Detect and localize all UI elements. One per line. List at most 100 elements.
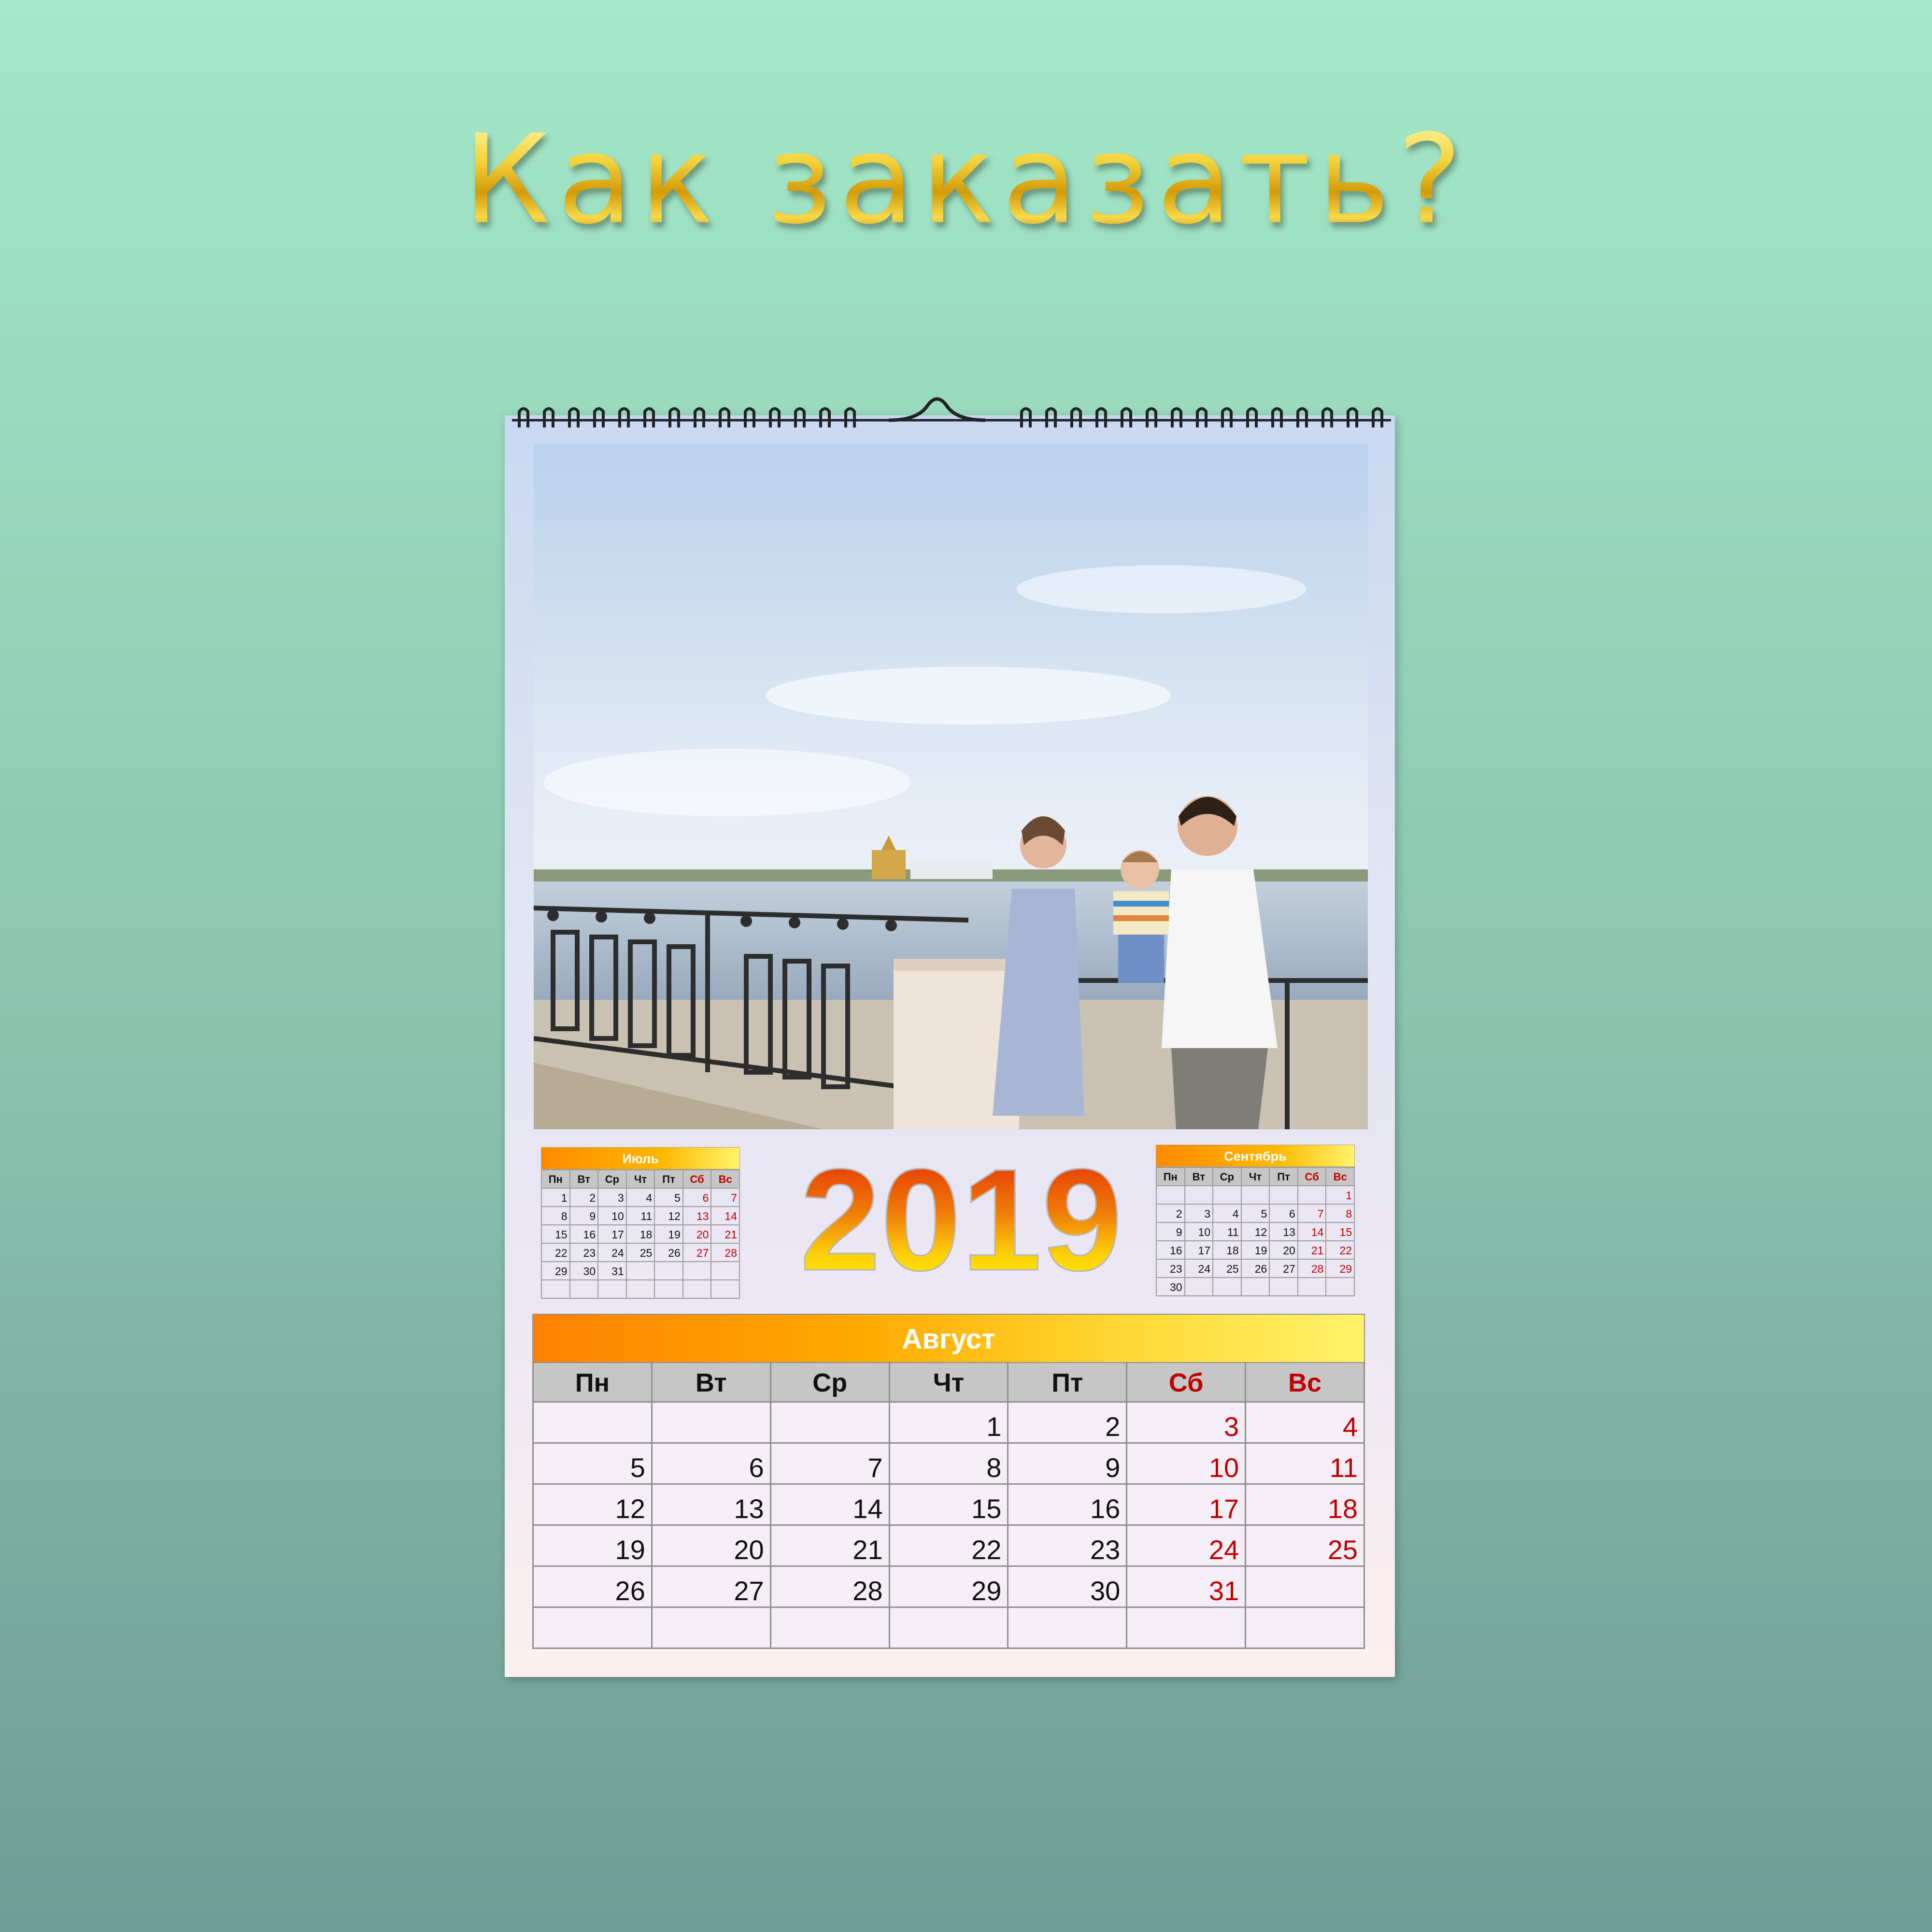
day-cell: [1270, 1278, 1298, 1296]
weekday-header: Вс: [1246, 1363, 1365, 1403]
day-cell: 20: [1270, 1241, 1298, 1260]
day-cell: [655, 1262, 683, 1280]
day-cell: 19: [1241, 1241, 1270, 1260]
day-cell: 6: [652, 1444, 771, 1485]
day-cell: 3: [1127, 1403, 1247, 1444]
embankment-photo-illustration: [534, 444, 1368, 1129]
year-title: 2019: [792, 1147, 1130, 1293]
day-cell: 10: [1185, 1223, 1214, 1241]
day-cell: 13: [683, 1207, 712, 1225]
day-cell: 5: [655, 1189, 683, 1207]
day-cell: [1326, 1278, 1355, 1296]
weekday-header: Сб: [1127, 1363, 1247, 1403]
day-cell: [1213, 1278, 1242, 1296]
day-cell: 28: [771, 1567, 890, 1608]
binding-ring: [1372, 407, 1383, 427]
day-cell: [1246, 1567, 1365, 1608]
binding-ring: [1020, 407, 1032, 427]
day-cell: 15: [890, 1485, 1009, 1526]
weekday-header: Пт: [655, 1170, 683, 1189]
binding-ring: [1321, 407, 1333, 427]
day-cell: 25: [1246, 1526, 1365, 1567]
binding-ring: [593, 407, 605, 427]
day-cell: 13: [652, 1485, 771, 1526]
family-photo: [534, 444, 1368, 1129]
weekday-header: Ср: [771, 1363, 890, 1403]
day-cell: 3: [598, 1189, 627, 1207]
day-cell: 12: [1241, 1223, 1270, 1241]
day-cell: 15: [542, 1225, 570, 1244]
day-cell: 29: [1326, 1260, 1355, 1278]
binding-ring: [694, 407, 705, 427]
day-cell: 27: [652, 1567, 771, 1608]
binding-ring: [1246, 407, 1258, 427]
day-cell: [626, 1280, 655, 1299]
main-calendar-august: Август Пн Вт Ср Чт Пт Сб Вс 1 2 3 4 5 6 7 8 9 10 11 12 13 14…: [532, 1314, 1365, 1649]
day-cell: [570, 1280, 599, 1299]
weekday-header: Ср: [1213, 1168, 1242, 1186]
weekday-header: Пт: [1009, 1363, 1128, 1403]
day-cell: 2: [1157, 1205, 1185, 1223]
day-cell: 17: [598, 1225, 627, 1244]
mini-calendar-july: Июль Пн Вт Ср Чт Пт Сб Вс 1 2 3 4 5 6 7 8 9 10 11 12 13 14 15…: [541, 1147, 740, 1299]
day-cell: 29: [542, 1262, 570, 1280]
binding-ring: [819, 407, 831, 427]
weekday-header: Чт: [1241, 1168, 1270, 1186]
day-cell: 14: [711, 1207, 740, 1225]
binding-ring: [1070, 407, 1082, 427]
weekday-header: Сб: [1298, 1168, 1327, 1186]
day-cell: 27: [1270, 1260, 1298, 1278]
day-cell: [652, 1608, 771, 1649]
binding-ring: [1095, 407, 1107, 427]
day-cell: [771, 1608, 890, 1649]
day-cell: 4: [1246, 1403, 1365, 1444]
day-cell: 21: [771, 1526, 890, 1567]
day-cell: 17: [1185, 1241, 1214, 1260]
day-cell: 14: [1298, 1223, 1327, 1241]
day-cell: 26: [534, 1567, 653, 1608]
day-cell: 9: [570, 1207, 599, 1225]
binding-ring: [1347, 407, 1358, 427]
day-cell: [771, 1403, 890, 1444]
day-cell: 5: [1241, 1205, 1270, 1223]
day-cell: 22: [890, 1526, 1009, 1567]
day-cell: [890, 1608, 1009, 1649]
day-cell: 25: [626, 1244, 655, 1262]
day-cell: 7: [1298, 1205, 1327, 1223]
day-cell: 6: [683, 1189, 712, 1207]
day-cell: 21: [1298, 1241, 1327, 1260]
day-cell: 22: [542, 1244, 570, 1262]
weekday-header: Пт: [1270, 1168, 1298, 1186]
day-cell: 11: [626, 1207, 655, 1225]
day-cell: 4: [626, 1189, 655, 1207]
day-cell: 18: [626, 1225, 655, 1244]
day-cell: 8: [890, 1444, 1009, 1485]
day-cell: [711, 1280, 740, 1299]
binding-ring: [1121, 407, 1132, 427]
day-cell: 4: [1213, 1205, 1242, 1223]
day-cell: 16: [570, 1225, 599, 1244]
day-cell: 14: [771, 1485, 890, 1526]
binding-ring: [794, 407, 806, 427]
day-cell: 28: [711, 1244, 740, 1262]
weekday-header: Чт: [626, 1170, 655, 1189]
month-grid: Пн Вт Ср Чт Пт Сб Вс 1 2 3 4 5 6 7 8 9 10 11 12 13 14 15 16 17 1…: [541, 1169, 740, 1299]
month-title: Август: [532, 1314, 1365, 1363]
day-cell: 24: [1185, 1260, 1214, 1278]
day-cell: 26: [655, 1244, 683, 1262]
day-cell: [534, 1608, 653, 1649]
month-grid: Пн Вт Ср Чт Пт Сб Вс 1 2 3 4 5 6 7 8 9 10 11 12 13 14 15 16 17 1…: [532, 1363, 1365, 1649]
day-cell: 1: [542, 1189, 570, 1207]
weekday-header: Вт: [652, 1363, 771, 1403]
day-cell: 16: [1009, 1485, 1128, 1526]
day-cell: 30: [570, 1262, 599, 1280]
binding-ring: [1271, 407, 1283, 427]
binding-ring: [518, 407, 529, 427]
day-cell: 21: [711, 1225, 740, 1244]
binding-ring: [1196, 407, 1208, 427]
month-grid: Пн Вт Ср Чт Пт Сб Вс 1 2 3 4 5 6 7 8 9 10 11 12 13 14 15 16 17 1…: [1156, 1167, 1355, 1296]
day-cell: [1185, 1278, 1214, 1296]
day-cell: [1127, 1608, 1247, 1649]
day-cell: 7: [711, 1189, 740, 1207]
day-cell: [1298, 1186, 1327, 1205]
